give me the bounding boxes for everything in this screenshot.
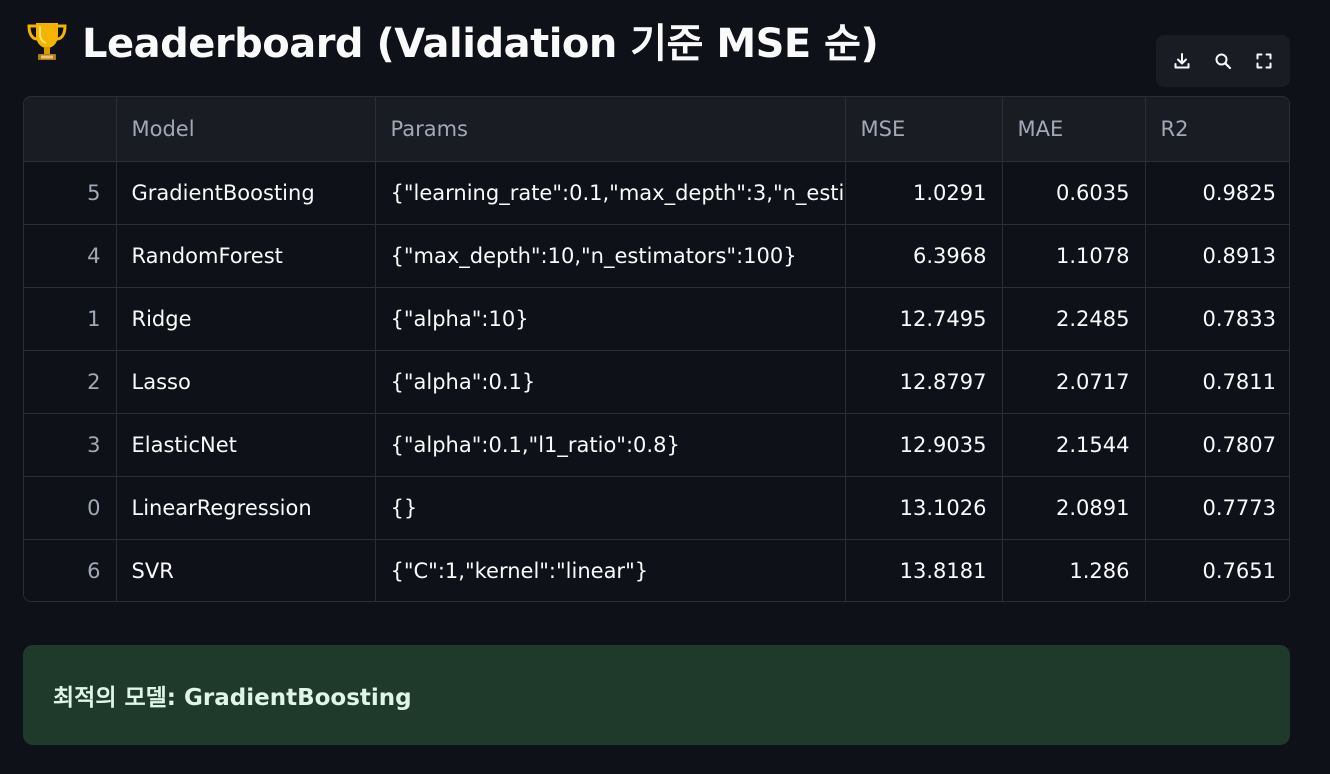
cell-mae[interactable]: 2.0717 bbox=[1002, 350, 1146, 414]
cell-mae[interactable]: 2.1544 bbox=[1002, 413, 1146, 477]
cell-model[interactable]: Lasso bbox=[116, 350, 376, 414]
row-index: 1 bbox=[24, 287, 117, 351]
column-header-params[interactable]: Params bbox=[375, 97, 846, 162]
cell-r2[interactable]: 0.8913 bbox=[1145, 224, 1289, 288]
cell-mae[interactable]: 1.286 bbox=[1002, 539, 1146, 601]
table-row: 0 LinearRegression {} 13.1026 2.0891 0.7… bbox=[24, 476, 1289, 540]
column-header-index[interactable] bbox=[24, 97, 117, 162]
download-icon bbox=[1174, 53, 1190, 69]
cell-mae[interactable]: 0.6035 bbox=[1002, 161, 1146, 225]
cell-params[interactable]: {"learning_rate":0.1,"max_depth":3,"n_es… bbox=[375, 161, 846, 225]
column-header-mse[interactable]: MSE bbox=[845, 97, 1003, 162]
cell-mae[interactable]: 2.0891 bbox=[1002, 476, 1146, 540]
best-model-text: 최적의 모델: GradientBoosting bbox=[53, 685, 412, 711]
cell-r2[interactable]: 0.7833 bbox=[1145, 287, 1289, 351]
table-header-row: Model Params MSE MAE R2 bbox=[24, 97, 1289, 162]
table-row: 6 SVR {"C":1,"kernel":"linear"} 13.8181 … bbox=[24, 539, 1289, 601]
best-model-alert: 최적의 모델: GradientBoosting bbox=[23, 645, 1290, 745]
column-header-r2[interactable]: R2 bbox=[1145, 97, 1289, 162]
cell-mse[interactable]: 12.9035 bbox=[845, 413, 1003, 477]
cell-params[interactable]: {"max_depth":10,"n_estimators":100} bbox=[375, 224, 846, 288]
fullscreen-button[interactable] bbox=[1247, 44, 1281, 78]
cell-model[interactable]: ElasticNet bbox=[116, 413, 376, 477]
cell-params[interactable]: {"alpha":0.1,"l1_ratio":0.8} bbox=[375, 413, 846, 477]
trophy-icon bbox=[22, 15, 72, 65]
row-index: 3 bbox=[24, 413, 117, 477]
cell-mae[interactable]: 2.2485 bbox=[1002, 287, 1146, 351]
table-row: 4 RandomForest {"max_depth":10,"n_estima… bbox=[24, 224, 1289, 288]
fullscreen-icon bbox=[1256, 53, 1272, 69]
cell-model[interactable]: Ridge bbox=[116, 287, 376, 351]
page-title-text: Leaderboard (Validation 기준 MSE 순) bbox=[82, 21, 879, 67]
cell-params[interactable]: {"alpha":10} bbox=[375, 287, 846, 351]
page: Leaderboard (Validation 기준 MSE 순) Model … bbox=[0, 0, 1330, 774]
table-row: 5 GradientBoosting {"learning_rate":0.1,… bbox=[24, 161, 1289, 225]
cell-r2[interactable]: 0.7773 bbox=[1145, 476, 1289, 540]
row-index: 6 bbox=[24, 539, 117, 601]
table-toolbar bbox=[1156, 35, 1290, 87]
cell-mse[interactable]: 6.3968 bbox=[845, 224, 1003, 288]
cell-model[interactable]: SVR bbox=[116, 539, 376, 601]
cell-r2[interactable]: 0.7811 bbox=[1145, 350, 1289, 414]
table-row: 2 Lasso {"alpha":0.1} 12.8797 2.0717 0.7… bbox=[24, 350, 1289, 414]
row-index: 2 bbox=[24, 350, 117, 414]
cell-mae[interactable]: 1.1078 bbox=[1002, 224, 1146, 288]
leaderboard-table[interactable]: Model Params MSE MAE R2 5 GradientBoosti… bbox=[23, 96, 1290, 602]
cell-mse[interactable]: 13.1026 bbox=[845, 476, 1003, 540]
cell-params[interactable]: {"alpha":0.1} bbox=[375, 350, 846, 414]
cell-params[interactable]: {"C":1,"kernel":"linear"} bbox=[375, 539, 846, 601]
cell-mse[interactable]: 12.7495 bbox=[845, 287, 1003, 351]
cell-model[interactable]: LinearRegression bbox=[116, 476, 376, 540]
cell-mse[interactable]: 1.0291 bbox=[845, 161, 1003, 225]
cell-mse[interactable]: 12.8797 bbox=[845, 350, 1003, 414]
column-header-mae[interactable]: MAE bbox=[1002, 97, 1146, 162]
search-icon bbox=[1215, 53, 1232, 70]
column-header-model[interactable]: Model bbox=[116, 97, 376, 162]
cell-r2[interactable]: 0.7807 bbox=[1145, 413, 1289, 477]
table-row: 1 Ridge {"alpha":10} 12.7495 2.2485 0.78… bbox=[24, 287, 1289, 351]
row-index: 0 bbox=[24, 476, 117, 540]
cell-r2[interactable]: 0.9825 bbox=[1145, 161, 1289, 225]
cell-mse[interactable]: 13.8181 bbox=[845, 539, 1003, 601]
search-button[interactable] bbox=[1206, 44, 1240, 78]
row-index: 5 bbox=[24, 161, 117, 225]
download-button[interactable] bbox=[1165, 44, 1199, 78]
cell-params[interactable]: {} bbox=[375, 476, 846, 540]
cell-model[interactable]: RandomForest bbox=[116, 224, 376, 288]
page-title: Leaderboard (Validation 기준 MSE 순) bbox=[22, 10, 879, 70]
row-index: 4 bbox=[24, 224, 117, 288]
table-row: 3 ElasticNet {"alpha":0.1,"l1_ratio":0.8… bbox=[24, 413, 1289, 477]
cell-r2[interactable]: 0.7651 bbox=[1145, 539, 1289, 601]
cell-model[interactable]: GradientBoosting bbox=[116, 161, 376, 225]
